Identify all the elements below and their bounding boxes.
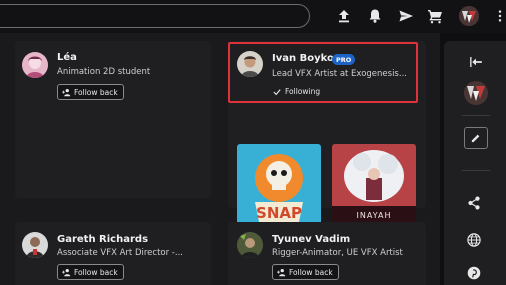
top-bar <box>0 0 506 33</box>
user-name[interactable]: Gareth Richards <box>57 234 148 245</box>
collapse-icon[interactable] <box>468 55 484 69</box>
user-avatar[interactable] <box>459 6 479 26</box>
follow-back-button[interactable]: Follow back <box>57 84 124 100</box>
globe-icon[interactable] <box>464 230 484 250</box>
profile-avatar[interactable] <box>464 81 488 105</box>
edit-button[interactable] <box>464 127 488 149</box>
search-input[interactable] <box>0 4 310 28</box>
thumbnail-title: SNAP <box>256 204 302 222</box>
avatar[interactable] <box>237 232 263 258</box>
follow-back-label: Follow back <box>289 267 333 277</box>
add-user-icon <box>62 88 71 96</box>
user-subtitle: Rigger-Animator, UE VFX Artist <box>272 248 403 258</box>
divider <box>462 115 490 116</box>
follow-back-label: Follow back <box>74 87 118 97</box>
artwork-thumbnail[interactable]: INAYAH <box>332 144 416 228</box>
artwork-thumbnail[interactable]: SNAP <box>237 144 321 228</box>
bell-icon[interactable] <box>365 6 385 26</box>
follow-back-button[interactable]: Follow back <box>272 264 339 280</box>
edit-icon <box>471 134 480 143</box>
share-icon[interactable] <box>464 193 484 213</box>
send-icon[interactable] <box>396 6 416 26</box>
pinterest-icon[interactable] <box>464 263 484 283</box>
user-name[interactable]: Tyunev Vadim <box>272 234 350 245</box>
more-icon[interactable] <box>494 6 506 26</box>
user-subtitle: Animation 2D student <box>57 67 151 77</box>
add-user-icon <box>62 268 71 276</box>
divider <box>462 170 490 171</box>
add-user-icon <box>277 268 286 276</box>
follow-back-label: Follow back <box>74 267 118 277</box>
cart-icon[interactable] <box>425 6 445 26</box>
upload-icon[interactable] <box>334 6 354 26</box>
thumbnail-title: INAYAH <box>357 211 392 220</box>
user-subtitle: Associate VFX Art Director -... <box>57 248 183 258</box>
user-name[interactable]: Léa <box>57 52 77 63</box>
follow-back-button[interactable]: Follow back <box>57 264 124 280</box>
avatar[interactable] <box>22 232 48 258</box>
selection-highlight <box>228 42 418 103</box>
right-sidebar <box>444 41 506 285</box>
avatar[interactable] <box>22 52 48 78</box>
